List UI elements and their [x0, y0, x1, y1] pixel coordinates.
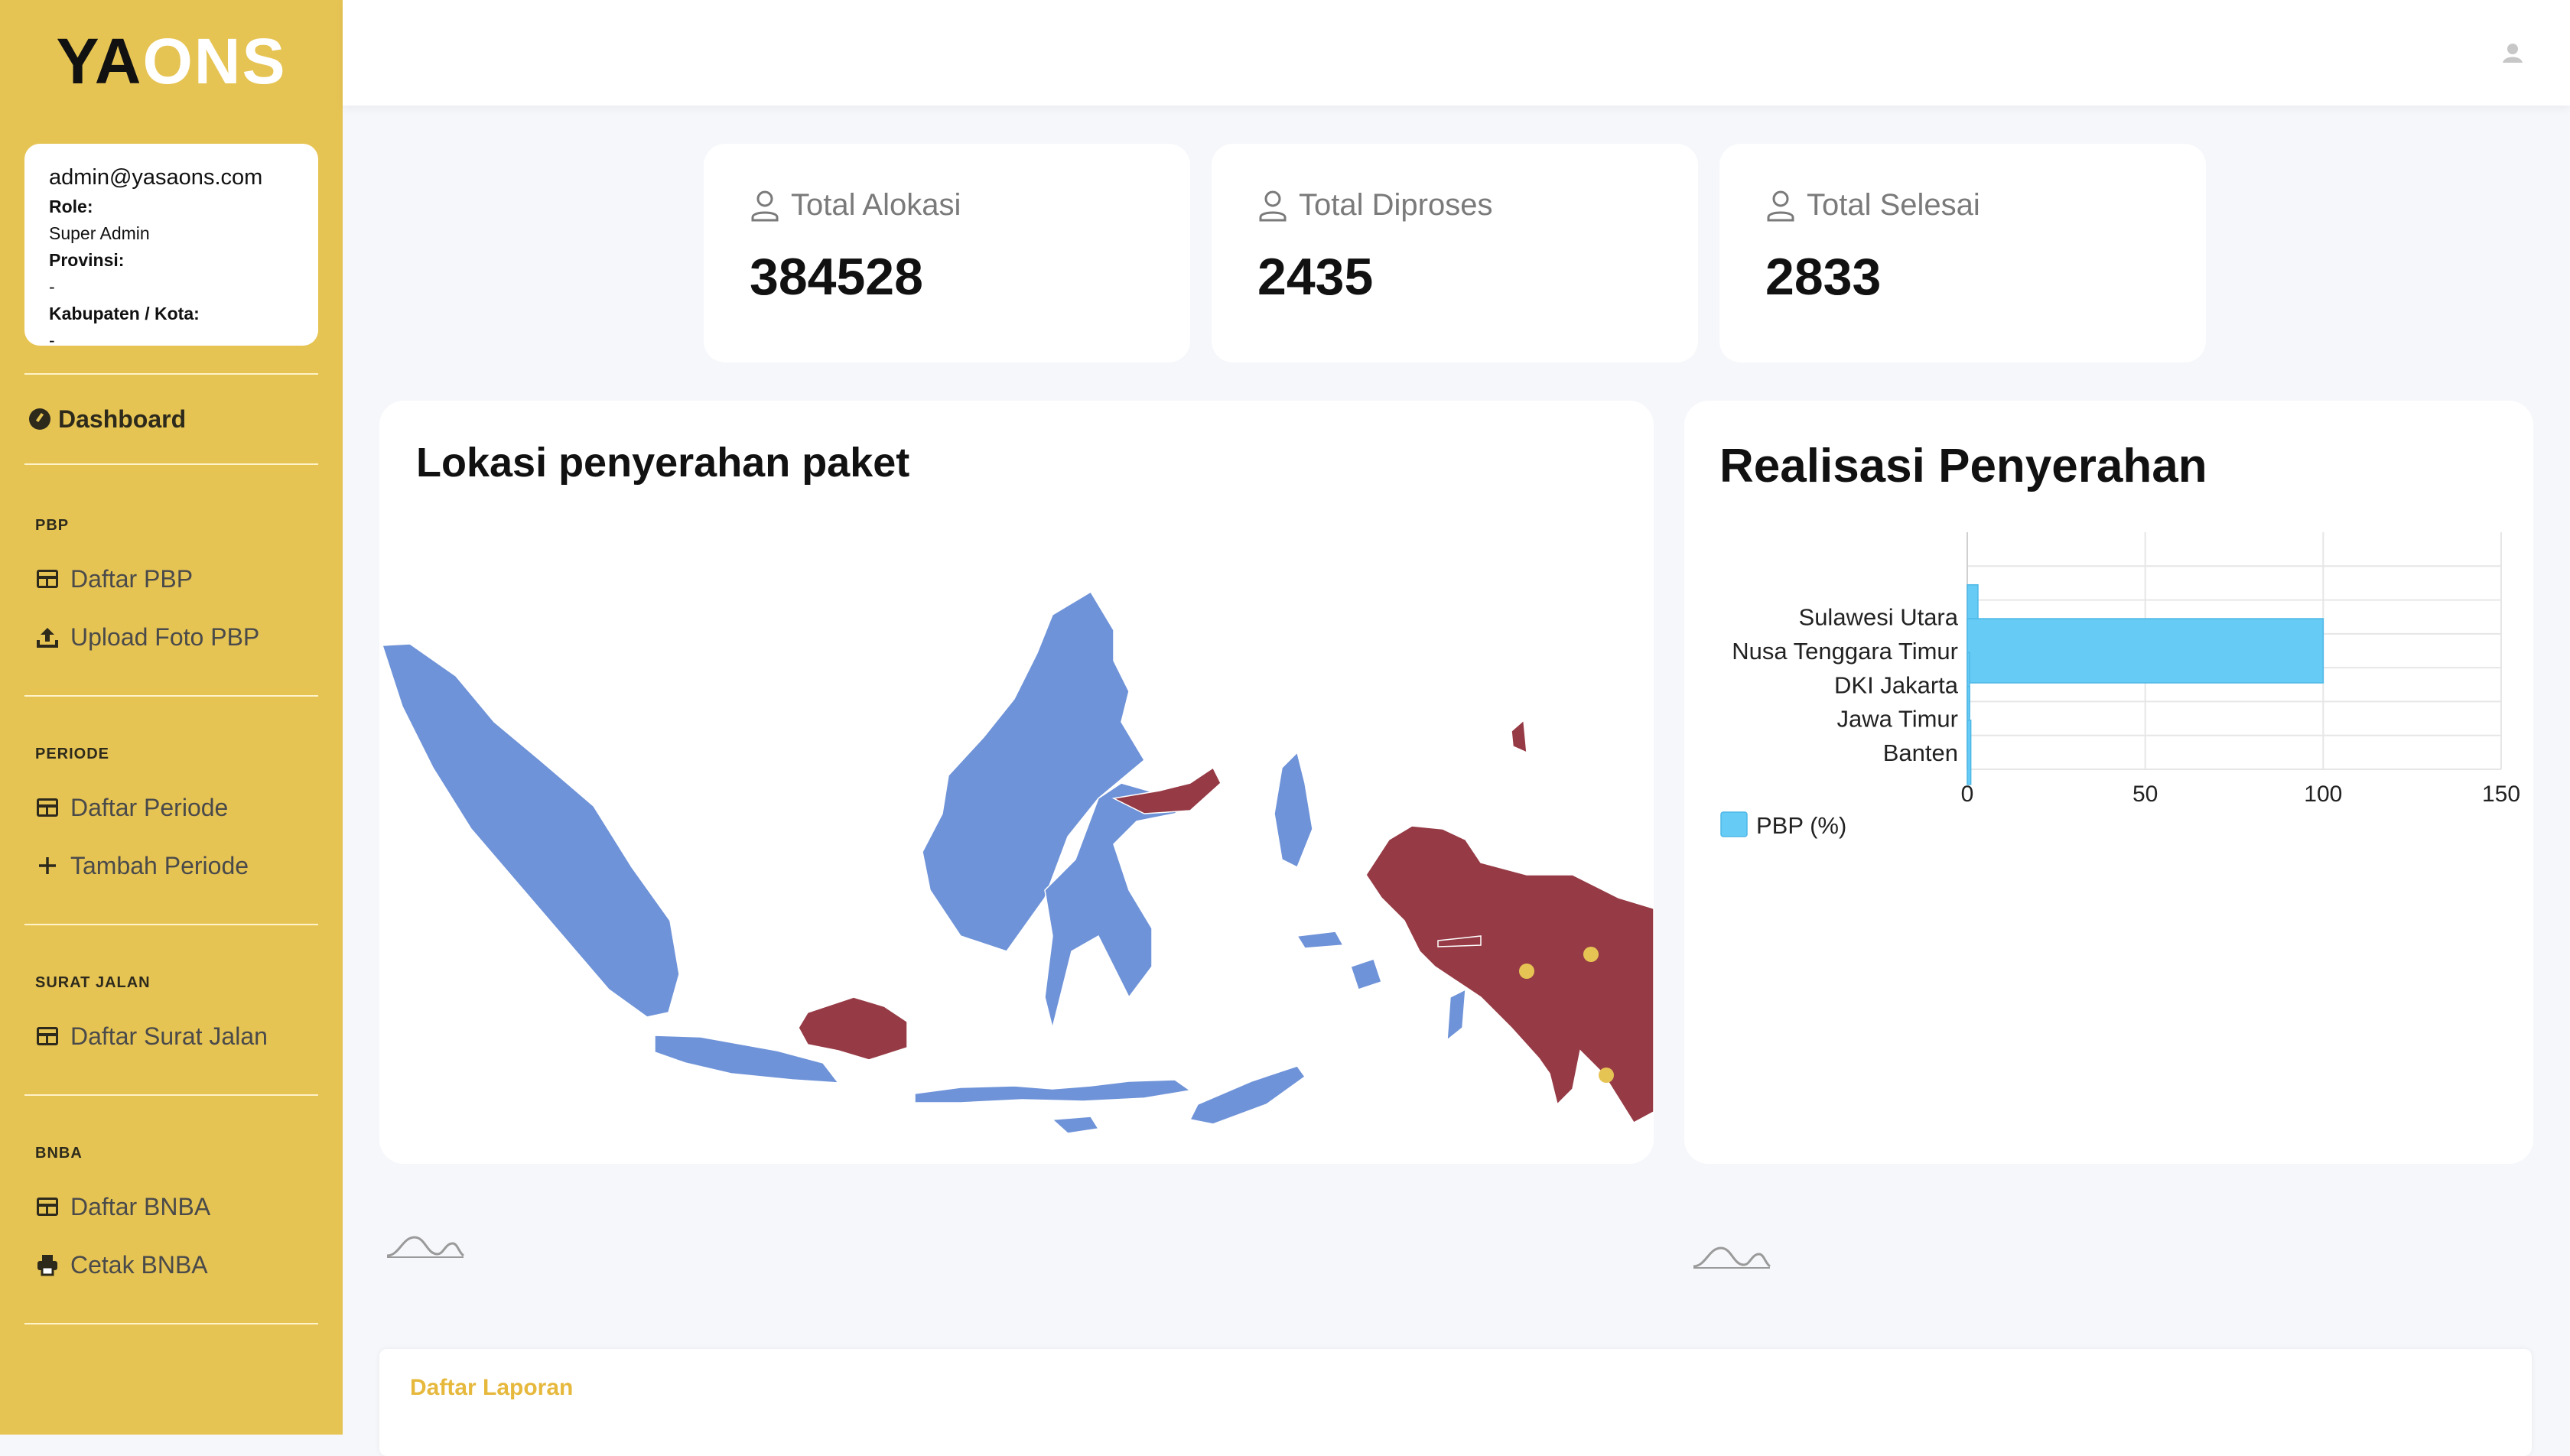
upload-icon	[35, 625, 60, 649]
user-icon	[751, 190, 779, 221]
role-value: Super Admin	[49, 223, 150, 243]
stat-value: 384528	[750, 248, 923, 306]
stat-card-total-selesai: Total Selesai 2833	[1719, 144, 2206, 362]
bar[interactable]	[1967, 720, 1972, 785]
role-label: Role:	[49, 197, 93, 216]
sidebar: YA ONS admin@yasaons.com Role: Super Admi…	[0, 0, 343, 1435]
chart-watermark-icon	[386, 1236, 464, 1258]
nav-tambah-periode[interactable]: Tambah Periode	[35, 837, 318, 895]
nav-dashboard[interactable]: Dashboard	[24, 375, 318, 463]
nav-daftar-bnba[interactable]: Daftar BNBA	[35, 1178, 318, 1236]
x-tick-label: 50	[2132, 782, 2158, 807]
bar[interactable]	[1967, 618, 2324, 684]
user-email: admin@yasaons.com	[49, 165, 263, 190]
section-title-pbp: PBP	[35, 517, 70, 534]
city-value: -	[49, 330, 55, 350]
user-icon	[1259, 190, 1287, 221]
x-tick-label: 0	[1961, 782, 1974, 807]
table-icon	[37, 1198, 58, 1216]
legend-swatch	[1720, 811, 1748, 837]
stat-card-total-alokasi: Total Alokasi 384528	[704, 144, 1190, 362]
section-title-bnba: BNBA	[35, 1145, 83, 1162]
section-title-periode: PERIODE	[35, 746, 110, 762]
app-logo[interactable]: YA ONS	[24, 0, 318, 122]
nav-daftar-surat-jalan[interactable]: Daftar Surat Jalan	[35, 1007, 318, 1065]
table-icon	[37, 1027, 58, 1045]
user-info-card: admin@yasaons.com Role: Super Admin Prov…	[24, 144, 318, 350]
user-icon	[1767, 190, 1794, 221]
realisasi-bar-chart[interactable]: 0 50 100 150 Sulawesi Utara Nusa Tenggara Tim…	[1684, 401, 2533, 1165]
y-tick-label: DKI Jakarta	[1834, 671, 1959, 698]
y-tick-label: Jawa Timur	[1837, 706, 1958, 733]
chart-watermark-icon	[1693, 1246, 1771, 1269]
stat-value: 2833	[1765, 248, 1882, 306]
plus-icon	[35, 853, 60, 878]
province-label: Provinsi:	[49, 250, 125, 270]
indonesia-map[interactable]	[379, 401, 1654, 1164]
map-card: Lokasi penyerahan paket	[379, 401, 1654, 1164]
stat-label: Total Selesai	[1807, 188, 1980, 222]
nav-cetak-bnba[interactable]: Cetak BNBA	[35, 1236, 318, 1294]
divider	[24, 1323, 318, 1324]
top-bar	[343, 0, 2570, 106]
y-tick-label: Sulawesi Utara	[1799, 604, 1959, 631]
nav-daftar-periode[interactable]: Daftar Periode	[35, 778, 318, 837]
printer-icon	[35, 1253, 60, 1277]
x-tick-label: 100	[2304, 782, 2342, 807]
stat-card-total-diproses: Total Diproses 2435	[1212, 144, 1698, 362]
legend-label: PBP (%)	[1756, 812, 1846, 839]
stat-label: Total Alokasi	[791, 188, 961, 222]
y-tick-label: Banten	[1883, 739, 1958, 766]
report-card: Daftar Laporan	[379, 1349, 2532, 1456]
x-tick-label: 150	[2482, 782, 2520, 807]
y-tick-label: Nusa Tenggara Timur	[1732, 638, 1958, 665]
report-title: Daftar Laporan	[410, 1375, 574, 1400]
user-avatar-icon[interactable]	[2501, 41, 2524, 64]
table-icon	[37, 570, 58, 588]
table-icon	[37, 798, 58, 817]
section-title-surat-jalan: SURAT JALAN	[35, 974, 151, 991]
dashboard-icon	[29, 408, 50, 430]
city-label: Kabupaten / Kota:	[49, 304, 200, 323]
nav-daftar-pbp[interactable]: Daftar PBP	[35, 550, 318, 608]
stat-value: 2435	[1257, 248, 1374, 306]
nav-upload-foto-pbp[interactable]: Upload Foto PBP	[35, 608, 318, 666]
province-value: -	[49, 277, 55, 297]
stat-label: Total Diproses	[1299, 188, 1493, 222]
